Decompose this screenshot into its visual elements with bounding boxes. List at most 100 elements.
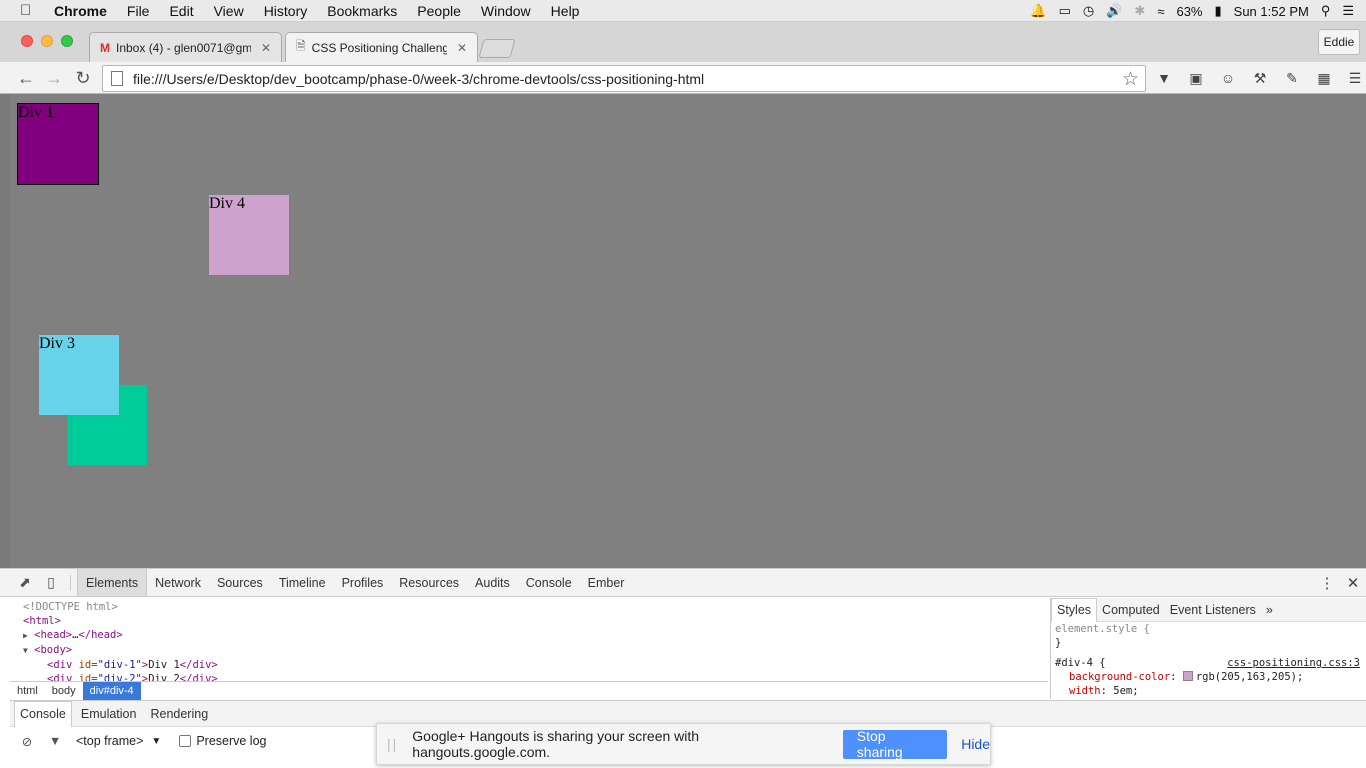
drawer-tab-emulation[interactable]: Emulation [76, 701, 142, 727]
notification-icon[interactable]: 🔔 [1030, 3, 1046, 19]
expand-triangle-icon[interactable]: ▶ [23, 631, 28, 640]
inspect-element-icon[interactable]: ⬈ [12, 570, 38, 596]
crumb-body[interactable]: body [45, 682, 83, 700]
clock[interactable]: Sun 1:52 PM [1234, 4, 1309, 19]
address-bar[interactable]: file:///Users/e/Desktop/dev_bootcamp/pha… [102, 65, 1146, 92]
menu-history[interactable]: History [264, 3, 308, 19]
preserve-log-checkbox[interactable] [179, 735, 192, 747]
close-tab-icon[interactable]: ✕ [261, 41, 271, 55]
bluetooth-icon[interactable]: ✱ [1134, 3, 1145, 19]
notification-center-icon[interactable]: ☰ [1342, 3, 1354, 19]
menu-help[interactable]: Help [551, 3, 580, 19]
tab-event-listeners[interactable]: Event Listeners [1165, 598, 1261, 622]
battery-icon[interactable]: ▮ [1215, 3, 1222, 19]
style-prop-width[interactable]: width: 5em; [1055, 684, 1362, 698]
dom-body[interactable]: ▼ <body> [10, 643, 1048, 658]
div-1-box[interactable]: Div 1 [17, 103, 99, 185]
profile-button[interactable]: Eddie [1318, 29, 1360, 55]
wifi-icon[interactable]: ≈ [1157, 4, 1164, 19]
collapse-triangle-icon[interactable]: ▼ [23, 646, 28, 655]
dom-div-2[interactable]: <div id="div-2">Div 2</div> [10, 672, 1048, 681]
volume-icon[interactable]: 🔊 [1106, 3, 1122, 19]
kebab-menu-icon[interactable]: ⋮ [1314, 574, 1340, 592]
menu-app-chrome[interactable]: Chrome [54, 3, 107, 19]
tab-timeline[interactable]: Timeline [271, 569, 334, 596]
eyedropper-icon[interactable]: ✎ [1282, 68, 1302, 88]
extension-icon[interactable]: ☺ [1218, 68, 1238, 88]
ninja-extension-icon[interactable]: ⚒ [1250, 68, 1270, 88]
url-text: file:///Users/e/Desktop/dev_bootcamp/pha… [133, 70, 705, 87]
drag-handle-icon[interactable]: || [387, 736, 398, 752]
tab-resources[interactable]: Resources [391, 569, 467, 596]
crumb-div-4[interactable]: div#div-4 [82, 681, 141, 700]
close-window-icon[interactable] [21, 35, 33, 47]
more-tabs-icon[interactable]: » [1261, 598, 1278, 622]
tab-styles[interactable]: Styles [1051, 598, 1098, 622]
dom-div-1[interactable]: <div id="div-1">Div 1</div> [10, 658, 1048, 672]
dom-html[interactable]: <html> [10, 614, 1048, 628]
close-devtools-icon[interactable]: ✕ [1340, 574, 1366, 592]
div-1-label: Div 1 [18, 104, 54, 121]
page-left-edge [0, 94, 10, 568]
reload-icon[interactable]: ↻ [72, 67, 94, 89]
zoom-window-icon[interactable] [61, 35, 73, 47]
element-style-rule[interactable]: element.style { [1055, 622, 1362, 636]
filter-icon[interactable]: ▼ [44, 734, 66, 748]
html-tag: <html> [23, 615, 61, 627]
head-close-tag: </head> [78, 629, 123, 641]
drawer-tab-console[interactable]: Console [14, 700, 72, 727]
forward-icon[interactable]: → [43, 67, 65, 89]
tab-computed[interactable]: Computed [1097, 598, 1165, 622]
tab-elements[interactable]: Elements [77, 569, 148, 596]
bookmark-star-icon[interactable]: ☆ [1122, 68, 1139, 91]
div-3-box[interactable]: Div 3 [39, 335, 119, 415]
device-mode-icon[interactable]: ▯ [38, 570, 64, 596]
hide-button[interactable]: Hide [961, 736, 990, 752]
gmail-icon: M [100, 40, 110, 55]
crumb-html[interactable]: html [10, 682, 45, 700]
prop-value: 5em; [1113, 685, 1139, 697]
dom-head[interactable]: ▶ <head>…</head> [10, 628, 1048, 643]
tab-ember[interactable]: Ember [580, 569, 633, 596]
menu-icon[interactable]: ☰ [1345, 68, 1365, 88]
download-icon[interactable]: ▣ [1186, 68, 1206, 88]
chevron-down-icon[interactable]: ▼ [151, 736, 161, 747]
stop-sharing-button[interactable]: Stop sharing [842, 728, 948, 760]
mac-menu-bar:  Chrome File Edit View History Bookmark… [0, 0, 1366, 22]
apple-icon[interactable]:  [20, 2, 38, 19]
drawer-tab-rendering[interactable]: Rendering [145, 701, 213, 727]
pocket-icon[interactable]: ▼ [1154, 68, 1174, 88]
close-tab-icon[interactable]: ✕ [457, 41, 467, 55]
dom-doctype[interactable]: <!DOCTYPE html> [10, 600, 1048, 614]
menu-bookmarks[interactable]: Bookmarks [327, 3, 397, 19]
frame-selector[interactable]: <top frame> [76, 734, 143, 748]
menu-window[interactable]: Window [481, 3, 531, 19]
new-tab-button[interactable] [478, 39, 516, 58]
div-4-box[interactable]: Div 4 [209, 195, 289, 275]
time-machine-icon[interactable]: ◷ [1083, 3, 1094, 19]
tab-console[interactable]: Console [518, 569, 580, 596]
tab-profiles[interactable]: Profiles [334, 569, 392, 596]
calendar-icon[interactable]: ▦ [1314, 68, 1334, 88]
spotlight-icon[interactable]: ⚲ [1321, 3, 1331, 19]
menu-people[interactable]: People [417, 3, 461, 19]
rule-source-link[interactable]: css-positioning.css:3 [1227, 656, 1360, 670]
page-viewport: Div 1 Div 4 Div 3 [0, 94, 1366, 568]
menu-edit[interactable]: Edit [169, 3, 193, 19]
tab-sources[interactable]: Sources [209, 569, 271, 596]
clear-console-icon[interactable]: ⊘ [16, 734, 38, 749]
tab-css-positioning[interactable]: 🗎 CSS Positioning Challenge ✕ [285, 32, 478, 62]
back-icon[interactable]: ← [15, 67, 37, 89]
tab-network[interactable]: Network [147, 569, 209, 596]
tab-gmail[interactable]: M Inbox (4) - glen0071@gma ✕ [89, 32, 282, 62]
doctype-text: <!DOCTYPE html> [23, 601, 118, 613]
minimize-window-icon[interactable] [41, 35, 53, 47]
style-prop-background[interactable]: background-color: rgb(205,163,205); [1055, 670, 1362, 684]
airplay-icon[interactable]: ▭ [1059, 3, 1071, 19]
color-swatch[interactable] [1182, 671, 1193, 681]
battery-percent: 63% [1176, 3, 1203, 19]
menu-file[interactable]: File [127, 3, 150, 19]
div-4-rule[interactable]: #div-4 { css-positioning.css:3 [1055, 656, 1362, 670]
tab-audits[interactable]: Audits [467, 569, 518, 596]
menu-view[interactable]: View [214, 3, 244, 19]
